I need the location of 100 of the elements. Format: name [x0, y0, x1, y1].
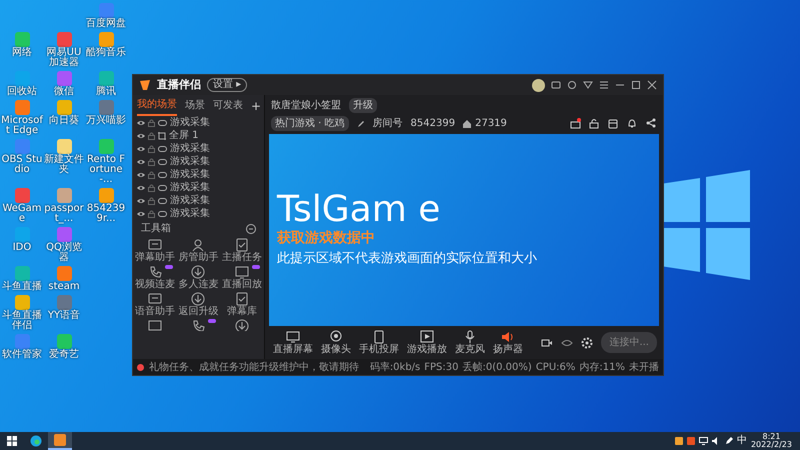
lock-icon[interactable]	[148, 196, 155, 204]
settings-pill[interactable]: 设置 ▸	[207, 78, 248, 92]
control-button[interactable]: 手机投屏	[357, 330, 401, 355]
tool-button[interactable]: 主播任务	[222, 238, 262, 263]
eye-icon[interactable]	[137, 170, 145, 178]
desktop-icon-label[interactable]: 斗鱼直播	[2, 282, 42, 292]
eye-icon[interactable]	[137, 184, 145, 192]
room-number: 8542399	[410, 117, 456, 131]
checklist-icon	[235, 292, 250, 306]
lock-icon[interactable]	[148, 170, 155, 178]
desktop-icon-label[interactable]: 斗鱼直播伴侣	[1, 311, 43, 331]
gift-icon[interactable]	[570, 118, 581, 129]
desktop-icon-label[interactable]: 软件管家	[2, 350, 42, 360]
bell-icon[interactable]	[627, 118, 638, 129]
network-icon[interactable]	[698, 437, 708, 445]
scene-tab[interactable]: 场景	[185, 96, 205, 115]
desktop-icon-label[interactable]: steam	[48, 282, 80, 292]
phone-icon[interactable]	[191, 319, 206, 331]
monitor-icon	[286, 330, 300, 344]
preview-notice: 此提示区域不代表游戏画面的实际位置和大小	[277, 250, 538, 268]
warning-dot-icon	[137, 364, 144, 370]
unlock-icon[interactable]	[589, 118, 600, 129]
pen-icon[interactable]	[724, 437, 733, 445]
source-label[interactable]: 游戏采集	[170, 144, 210, 154]
clock-date[interactable]: 2022/2/23	[750, 441, 792, 449]
tool-button[interactable]: 视频连麦	[134, 265, 175, 290]
source-label[interactable]: 游戏采集	[170, 208, 210, 218]
desktop-icon-label[interactable]: passport_...	[43, 204, 85, 224]
control-button[interactable]: 扬声器	[491, 330, 525, 355]
stream-title[interactable]: 散唐堂娘小签盟	[271, 98, 341, 113]
tool-button[interactable]: 弹幕助手	[134, 238, 175, 263]
room-label: 房间号	[372, 116, 403, 131]
control-button[interactable]: 直播屏幕	[271, 330, 315, 355]
download-icon	[191, 265, 206, 279]
eye-icon[interactable]	[137, 210, 145, 218]
app-icon	[54, 434, 66, 446]
eye-icon[interactable]	[137, 144, 145, 152]
house-icon	[463, 120, 472, 128]
speaker-icon	[501, 330, 515, 344]
control-button[interactable]: 摄像头	[319, 330, 353, 355]
tool-button[interactable]: 多人连麦	[178, 265, 218, 290]
close-icon[interactable]	[647, 80, 657, 90]
desktop-icon-label[interactable]: YY语音	[48, 311, 80, 321]
category-tag[interactable]: 热门游戏 · 吃鸡	[271, 116, 349, 131]
desktop-icon-label[interactable]: 万兴喵影	[86, 116, 126, 126]
source-label[interactable]: 全屏 1	[169, 130, 199, 140]
checklist-icon	[235, 238, 250, 252]
tool-button[interactable]: 直播回放	[222, 265, 262, 290]
eye-icon[interactable]	[137, 196, 145, 204]
message-icon[interactable]	[551, 80, 561, 90]
share-icon[interactable]	[646, 118, 657, 129]
pencil-icon[interactable]	[356, 120, 365, 128]
status-stat: 内存:11%	[579, 360, 625, 374]
taskbar-app[interactable]	[48, 432, 72, 450]
scene-tab[interactable]: 可发表	[213, 96, 243, 115]
desktop-icon-label[interactable]: 爱奇艺	[49, 350, 79, 360]
download-icon	[191, 292, 206, 306]
phone-icon	[372, 330, 386, 344]
lock-icon[interactable]	[148, 144, 155, 152]
desktop-icon-label[interactable]: QQ浏览器	[43, 243, 85, 263]
source-label[interactable]: 游戏采集	[170, 182, 210, 192]
loading-text: 获取游戏数据中	[277, 228, 376, 248]
scene-tab[interactable]: 我的场景	[137, 95, 177, 116]
add-scene-button[interactable]: +	[251, 96, 262, 114]
lock-icon[interactable]	[148, 184, 155, 192]
control-button[interactable]: 游戏播放	[405, 330, 449, 355]
lock-icon[interactable]	[148, 132, 155, 140]
status-notice: 礼物任务、成就任务功能升级维护中，敬请期待	[149, 360, 359, 374]
settings-icon[interactable]	[581, 336, 594, 348]
microphone-icon	[463, 330, 477, 344]
lock-icon[interactable]	[148, 158, 155, 166]
source-label[interactable]: 游戏采集	[170, 118, 210, 128]
maximize-icon[interactable]	[631, 80, 641, 90]
monitor-icon[interactable]	[148, 319, 162, 331]
ime-indicator[interactable]: 中	[736, 436, 747, 446]
menu-icon[interactable]	[599, 80, 609, 90]
control-button[interactable]: 麦克风	[453, 330, 487, 355]
tool-button[interactable]: 语音助手	[134, 292, 175, 317]
source-label[interactable]: 游戏采集	[170, 196, 210, 206]
lock-icon[interactable]	[148, 210, 155, 218]
avatar-icon[interactable]	[532, 78, 545, 92]
eye-icon[interactable]	[137, 132, 145, 140]
status-stat: 未开播	[629, 360, 659, 374]
download-icon[interactable]	[235, 319, 250, 331]
more-icon[interactable]	[246, 224, 256, 234]
clock-time[interactable]: 8:21	[750, 433, 792, 441]
tool-button[interactable]: 房管助手	[178, 238, 218, 263]
eye-icon[interactable]	[137, 118, 145, 126]
lock-icon[interactable]	[148, 118, 155, 126]
camera-icon	[329, 330, 343, 344]
source-label[interactable]: 游戏采集	[170, 170, 210, 180]
chat-icon	[148, 292, 162, 306]
record-icon[interactable]	[541, 336, 554, 348]
tool-button[interactable]: 弹幕库	[227, 292, 258, 317]
desktop-icon-label[interactable]: 8542399r...	[85, 204, 127, 224]
box-icon[interactable]	[608, 118, 619, 129]
tool-button[interactable]: 返回升级	[178, 292, 218, 317]
source-label[interactable]: 游戏采集	[170, 156, 210, 166]
desktop-icon-label[interactable]: Rento Fortune -...	[85, 155, 127, 185]
eye-icon[interactable]	[137, 158, 145, 166]
